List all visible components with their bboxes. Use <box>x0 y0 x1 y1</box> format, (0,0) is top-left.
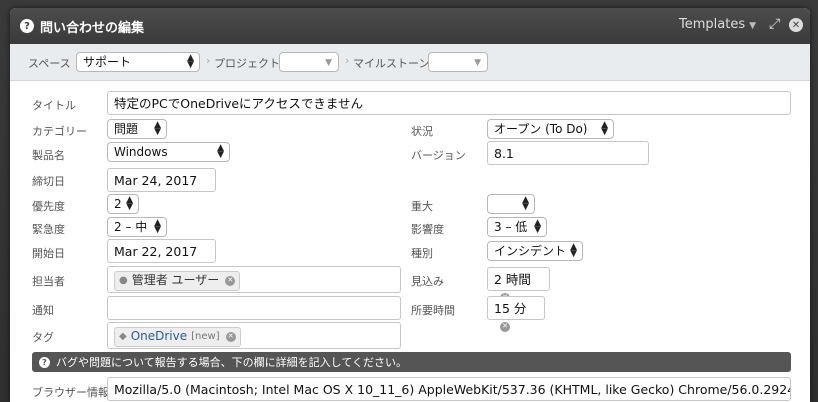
updown-arrows-icon: ▲ ▼ <box>217 143 224 160</box>
updown-arrows-icon: ▲ ▼ <box>154 120 161 137</box>
urgency-value: 2 – 中 <box>114 220 148 234</box>
priority-value: 2 <box>114 197 122 211</box>
type-value: インシデント <box>494 244 567 258</box>
chevron-right-icon: › <box>206 54 211 67</box>
tag-new-label: [new] <box>191 331 220 342</box>
project-label: プロジェクト <box>214 57 280 70</box>
category-value: 問題 <box>114 122 139 136</box>
impact-label: 影響度 <box>411 223 444 236</box>
remove-tag-icon[interactable]: ✕ <box>225 331 236 342</box>
assignee-input[interactable]: ● 管理者 ユーザー ✕ <box>107 266 401 293</box>
updown-arrows-icon: ▲ ▼ <box>126 195 133 212</box>
severity-label: 重大 <box>411 200 433 213</box>
version-input[interactable]: 8.1 <box>487 141 649 165</box>
start-date-label: 開始日 <box>32 247 65 260</box>
tags-label: タグ <box>32 331 54 344</box>
version-label: バージョン <box>411 149 466 162</box>
updown-arrows-icon: ▲ ▼ <box>522 195 529 212</box>
urgency-select[interactable]: 2 – 中 ▲ ▼ <box>107 217 167 237</box>
category-label: カテゴリー <box>32 125 87 138</box>
time-spent-input[interactable]: 15 分 ✕ <box>487 296 545 332</box>
title-input[interactable]: 特定のPCでOneDriveにアクセスできません <box>107 91 791 115</box>
milestone-label: マイルストーン <box>353 57 430 70</box>
updown-arrows-icon: ▲ ▼ <box>187 53 194 70</box>
product-value: Windows <box>114 145 168 159</box>
browser-info-label: ブラウザー情報 <box>32 386 109 399</box>
severity-select[interactable]: ▲ ▼ <box>487 194 535 214</box>
remove-assignee-icon[interactable]: ✕ <box>225 275 236 286</box>
dialog-title: 問い合わせの編集 <box>40 20 145 36</box>
estimate-label: 見込み <box>411 275 444 288</box>
help-icon[interactable]: ? <box>20 19 34 33</box>
title-label: タイトル <box>32 99 76 112</box>
space-label: スペース <box>28 57 71 70</box>
expand-icon[interactable]: ⤢ <box>769 16 780 32</box>
milestone-select[interactable]: ▼ <box>428 52 488 72</box>
info-banner: ? バグや問題について報告する場合、下の欄に詳細を記入してください。 <box>32 352 791 372</box>
user-icon: ● <box>119 275 128 286</box>
chevron-down-icon: ▼ <box>749 21 757 31</box>
time-spent-value: 15 分 <box>494 301 527 316</box>
start-date-input[interactable]: Mar 22, 2017 <box>107 239 216 263</box>
impact-value: 3 – 低 <box>494 220 528 234</box>
updown-arrows-icon: ▲ ▼ <box>154 218 161 235</box>
status-value: オープン (To Do) <box>494 122 588 136</box>
urgency-label: 緊急度 <box>32 223 65 236</box>
templates-label: Templates <box>679 17 746 32</box>
assignee-name: 管理者 ユーザー <box>131 273 220 287</box>
project-select[interactable]: ▼ <box>279 52 339 72</box>
time-spent-clear[interactable]: ✕ <box>494 318 510 336</box>
type-select[interactable]: インシデント ▲ ▼ <box>487 241 583 261</box>
notify-input[interactable] <box>107 296 401 320</box>
impact-select[interactable]: 3 – 低 ▲ ▼ <box>487 217 547 237</box>
space-select[interactable]: サポート ▲ ▼ <box>76 52 200 72</box>
status-select[interactable]: オープン (To Do) ▲ ▼ <box>487 119 614 139</box>
time-spent-label: 所要時間 <box>411 304 455 317</box>
assignee-label: 担当者 <box>32 275 65 288</box>
updown-arrows-icon: ▲ ▼ <box>534 218 541 235</box>
templates-dropdown[interactable]: Templates ▼ <box>679 17 756 32</box>
priority-label: 優先度 <box>32 200 65 213</box>
help-icon: ? <box>39 356 50 368</box>
product-select[interactable]: Windows ▲ ▼ <box>107 142 230 162</box>
due-date-input[interactable]: Mar 24, 2017 <box>107 168 216 192</box>
estimate-input[interactable]: 2 時間 ✕ <box>487 267 550 303</box>
assignee-token: ● 管理者 ユーザー ✕ <box>114 270 241 291</box>
close-icon[interactable]: ✕ <box>789 18 803 32</box>
updown-arrows-icon: ▲ ▼ <box>570 242 577 259</box>
chevron-down-icon: ▼ <box>325 58 332 68</box>
clear-icon[interactable]: ✕ <box>500 321 510 332</box>
space-value: サポート <box>83 55 132 69</box>
tag-icon: ◆ <box>119 331 127 342</box>
scope-bar: スペース サポート ▲ ▼ › プロジェクト ▼ › マイルストーン ▼ <box>10 44 810 81</box>
edit-ticket-dialog: ? 問い合わせの編集 Templates ▼ ⤢ ✕ スペース サポート ▲ ▼ ›… <box>10 8 810 402</box>
due-date-label: 締切日 <box>32 175 65 188</box>
updown-arrows-icon: ▲ ▼ <box>601 120 608 137</box>
product-label: 製品名 <box>32 149 65 162</box>
tag-name: OneDrive <box>130 329 188 343</box>
priority-select[interactable]: 2 ▲ ▼ <box>107 194 139 214</box>
browser-info-input[interactable]: Mozilla/5.0 (Macintosh; Intel Mac OS X 1… <box>107 377 791 401</box>
tag-token: ◆ OneDrive [new] ✕ <box>114 326 241 347</box>
chevron-down-icon: ▼ <box>474 58 481 68</box>
type-label: 種別 <box>411 247 433 260</box>
status-label: 状況 <box>411 125 433 138</box>
notify-label: 通知 <box>32 304 54 317</box>
chevron-right-icon: › <box>345 54 350 67</box>
info-message: バグや問題について報告する場合、下の欄に詳細を記入してください。 <box>56 356 408 369</box>
dialog-titlebar: ? 問い合わせの編集 Templates ▼ ⤢ ✕ <box>10 8 810 44</box>
tags-input[interactable]: ◆ OneDrive [new] ✕ <box>107 322 401 349</box>
category-select[interactable]: 問題 ▲ ▼ <box>107 119 167 139</box>
estimate-value: 2 時間 <box>494 272 531 287</box>
